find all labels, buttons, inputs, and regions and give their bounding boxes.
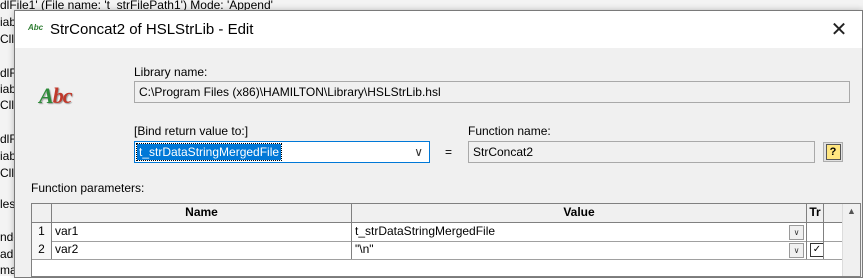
chevron-down-icon[interactable]: ∨ <box>789 225 804 240</box>
column-header-name[interactable]: Name <box>52 204 352 222</box>
column-header-value[interactable]: Value <box>352 204 807 222</box>
scroll-up-icon[interactable]: ▲ <box>847 206 856 216</box>
param-value-cell[interactable]: "\n" ∨ <box>352 241 807 259</box>
table-row[interactable]: 2 var2 "\n" ∨ ✓ <box>32 241 844 260</box>
library-name-field[interactable]: C:\Program Files (x86)\HAMILTON\Library\… <box>134 81 850 103</box>
edit-dialog: Abc StrConcat2 of HSLStrLib - Edit ✕ Abc… <box>14 10 863 278</box>
row-index: 2 <box>32 241 52 259</box>
table-header: Name Value Tr <box>32 204 844 223</box>
background-text-line: ad <box>0 247 14 261</box>
bind-return-combobox[interactable]: t_strDataStringMergedFile ∨ <box>134 141 430 163</box>
library-name-label: Library name: <box>134 65 208 79</box>
param-value-text: t_strDataStringMergedFile <box>355 224 496 238</box>
param-value-cell[interactable]: t_strDataStringMergedFile ∨ <box>352 223 807 241</box>
function-parameters-label: Function parameters: <box>31 181 145 195</box>
close-button[interactable]: ✕ <box>816 11 862 48</box>
close-icon: ✕ <box>830 19 848 41</box>
parameters-table: Name Value Tr 1 var1 t_strDataStringMerg… <box>31 203 861 277</box>
vertical-scrollbar[interactable]: ▲ <box>842 204 860 276</box>
param-name-cell[interactable]: var1 <box>52 223 352 241</box>
help-button[interactable]: ? <box>823 142 843 162</box>
param-name-cell[interactable]: var2 <box>52 241 352 259</box>
row-index: 1 <box>32 223 52 241</box>
help-icon: ? <box>825 144 841 160</box>
chevron-down-icon[interactable]: ∨ <box>789 243 804 258</box>
bind-return-label: [Bind return value to:] <box>134 124 249 138</box>
title-bar[interactable]: Abc StrConcat2 of HSLStrLib - Edit ✕ <box>15 11 862 48</box>
abc-logo-icon: Abc <box>39 83 72 108</box>
param-tr-cell[interactable]: ✓ <box>807 241 824 259</box>
table-row[interactable]: 1 var1 t_strDataStringMergedFile ∨ <box>32 223 844 242</box>
column-header-tr[interactable]: Tr <box>807 204 824 222</box>
abc-app-icon: Abc <box>28 23 44 32</box>
chevron-down-icon[interactable]: ∨ <box>414 145 423 159</box>
dialog-title: StrConcat2 of HSLStrLib - Edit <box>50 21 254 38</box>
function-name-field[interactable]: StrConcat2 <box>468 141 815 163</box>
param-tr-cell[interactable] <box>807 223 824 241</box>
checkbox-icon[interactable]: ✓ <box>810 243 823 257</box>
bind-return-value: t_strDataStringMergedFile <box>135 143 283 161</box>
param-value-text: "\n" <box>355 242 374 256</box>
equals-sign: = <box>445 145 453 159</box>
header-index <box>32 204 52 222</box>
function-name-label: Function name: <box>468 124 551 138</box>
